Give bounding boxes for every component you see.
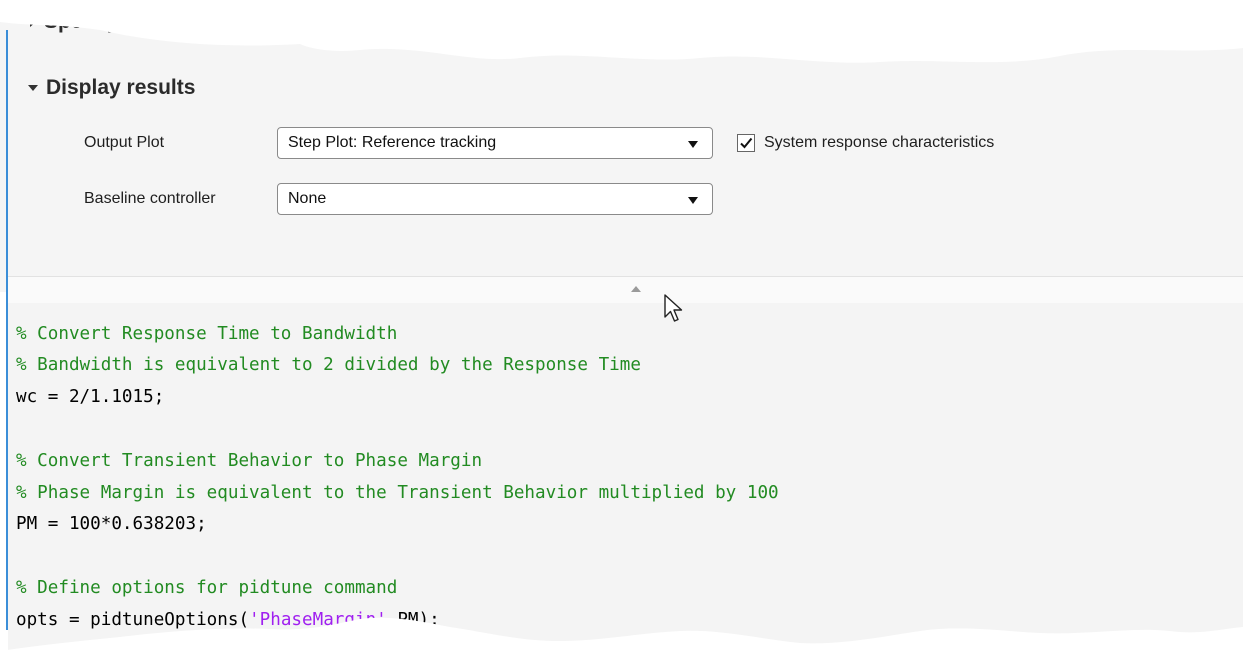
- code-line-1: % Convert Response Time to Bandwidth: [16, 324, 398, 344]
- live-script-view: Specify Parameters Display results Outpu…: [0, 0, 1243, 671]
- splitter-bar[interactable]: [8, 276, 1243, 304]
- code-line-8-suffix: ,PM);: [386, 610, 440, 630]
- code-line-8: opts = pidtuneOptions('PhaseMargin',PM);: [16, 610, 440, 630]
- code-line-7: % Define options for pidtune command: [16, 578, 398, 598]
- live-editor-panel: Specify Parameters Display results Outpu…: [0, 0, 1243, 671]
- code-line-5: % Phase Margin is equivalent to the Tran…: [16, 483, 779, 503]
- chevron-down-icon: [688, 197, 698, 204]
- mouse-cursor-icon: [664, 294, 683, 322]
- chevron-down-icon: [688, 141, 698, 148]
- collapse-down-icon: [28, 85, 38, 91]
- code-line-3: wc = 2/1.1015;: [16, 387, 165, 407]
- code-line-2: % Bandwidth is equivalent to 2 divided b…: [16, 355, 641, 375]
- code-line-4: % Convert Transient Behavior to Phase Ma…: [16, 451, 483, 471]
- output-plot-value: Step Plot: Reference tracking: [288, 134, 497, 151]
- section-specify-label: Specify Parameters: [44, 10, 239, 33]
- output-plot-dropdown[interactable]: Step Plot: Reference tracking: [277, 127, 713, 159]
- code-line-8-prefix: opts = pidtuneOptions(: [16, 610, 250, 630]
- baseline-controller-label: Baseline controller: [84, 190, 216, 207]
- code-line-6: PM = 100*0.638203;: [16, 514, 207, 534]
- response-characteristics-checkbox[interactable]: [737, 134, 755, 152]
- baseline-controller-dropdown[interactable]: None: [277, 183, 713, 215]
- collapse-up-icon[interactable]: [631, 286, 641, 292]
- section-display-label: Display results: [46, 76, 196, 99]
- output-plot-label: Output Plot: [84, 134, 165, 151]
- section-header-display[interactable]: Display results: [28, 76, 195, 100]
- code-line-8-string: 'PhaseMargin': [249, 610, 387, 630]
- code-pane[interactable]: % Convert Response Time to Bandwidth % B…: [8, 303, 1243, 671]
- expand-right-icon: [30, 17, 36, 27]
- checkmark-icon: [740, 137, 753, 149]
- response-characteristics-label: System response characteristics: [764, 134, 995, 151]
- baseline-controller-value: None: [288, 190, 327, 207]
- section-header-specify[interactable]: Specify Parameters: [30, 10, 239, 34]
